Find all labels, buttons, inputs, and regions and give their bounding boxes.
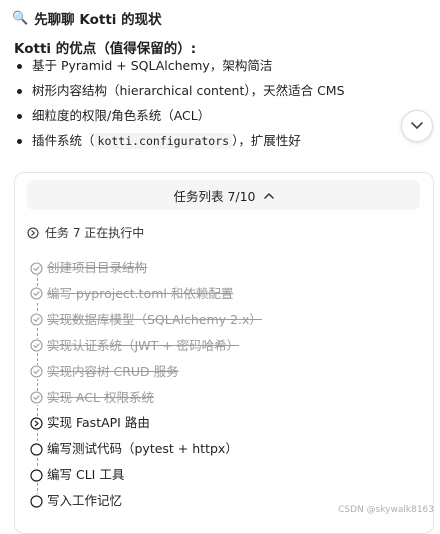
- advantages-heading: Kotti 的优点（值得保留的）:: [14, 41, 197, 57]
- check-circle-icon: [29, 338, 43, 353]
- empty-circle-icon: [29, 468, 43, 483]
- task-item: 编写 pyproject.toml 和依赖配置: [29, 284, 233, 304]
- list-item: 细粒度的权限/角色系统（ACL）: [14, 106, 345, 131]
- task-item: 实现内容树 CRUD 服务: [29, 362, 179, 382]
- list-item-text: 树形内容结构（hierarchical content），天然适合 CMS: [32, 83, 345, 98]
- check-circle-icon: [29, 286, 43, 301]
- task-label: 实现数据库模型（SQLAlchemy 2.x）: [47, 311, 262, 327]
- chevron-up-icon: [263, 192, 274, 199]
- task-item: 实现 ACL 权限系统: [29, 388, 154, 408]
- task-item: 实现 FastAPI 路由: [29, 413, 150, 433]
- list-item: 基于 Pyramid + SQLAlchemy，架构简洁: [14, 56, 345, 81]
- task-label: 实现 ACL 权限系统: [47, 389, 154, 405]
- task-item: 实现数据库模型（SQLAlchemy 2.x）: [29, 310, 262, 330]
- task-label: 实现认证系统（JWT + 密码哈希）: [47, 337, 240, 353]
- list-item-prefix: 插件系统（: [32, 133, 95, 148]
- section-heading-text: 先聊聊 Kotti 的现状: [34, 12, 162, 28]
- section-heading: 🔍 先聊聊 Kotti 的现状: [12, 8, 162, 29]
- empty-circle-icon: [29, 442, 43, 457]
- list-item: 树形内容结构（hierarchical content），天然适合 CMS: [14, 81, 345, 106]
- task-item: 写入工作记忆: [29, 491, 122, 511]
- watermark: CSDN @skywalk8163: [338, 505, 434, 515]
- task-item: 实现认证系统（JWT + 密码哈希）: [29, 336, 239, 356]
- magnifier-icon: 🔍: [12, 10, 29, 26]
- task-label: 编写 pyproject.toml 和依赖配置: [47, 285, 234, 301]
- check-circle-icon: [29, 364, 43, 379]
- task-item: 编写 CLI 工具: [29, 465, 124, 485]
- task-label: 编写测试代码（pytest + httpx）: [47, 441, 238, 457]
- scroll-down-button[interactable]: [401, 110, 433, 142]
- list-item-text: 基于 Pyramid + SQLAlchemy，架构简洁: [32, 58, 273, 73]
- empty-circle-icon: [29, 494, 43, 509]
- task-item: 编写测试代码（pytest + httpx）: [29, 439, 238, 459]
- check-circle-icon: [29, 312, 43, 327]
- task-label: 写入工作记忆: [47, 493, 123, 509]
- advantages-list: 基于 Pyramid + SQLAlchemy，架构简洁 树形内容结构（hier…: [14, 56, 345, 156]
- list-item: 插件系统（ kotti.configurators ），扩展性好: [14, 131, 345, 156]
- list-item-suffix: ），扩展性好: [232, 133, 301, 148]
- task-status-text: 任务 7 正在执行中: [45, 226, 145, 240]
- task-label: 创建项目目录结构: [47, 260, 148, 275]
- check-circle-icon: [29, 390, 43, 405]
- inline-code: kotti.configurators: [94, 133, 233, 149]
- task-panel-header[interactable]: 任务列表 7/10: [27, 180, 420, 210]
- play-circle-icon: [29, 416, 43, 431]
- play-circle-icon: [27, 226, 39, 239]
- task-label: 实现 FastAPI 路由: [47, 415, 150, 431]
- check-circle-icon: [29, 261, 43, 275]
- task-panel-title: 任务列表 7/10: [173, 188, 256, 204]
- task-status: 任务 7 正在执行中: [27, 224, 144, 241]
- task-label: 编写 CLI 工具: [47, 467, 125, 483]
- task-panel: 任务列表 7/10 任务 7 正在执行中 创建项目目录结构编写 pyprojec…: [14, 172, 434, 534]
- chevron-down-icon: [411, 122, 423, 129]
- task-item: 创建项目目录结构: [29, 258, 147, 278]
- task-label: 实现内容树 CRUD 服务: [47, 363, 179, 379]
- list-item-text: 细粒度的权限/角色系统（ACL）: [32, 108, 211, 123]
